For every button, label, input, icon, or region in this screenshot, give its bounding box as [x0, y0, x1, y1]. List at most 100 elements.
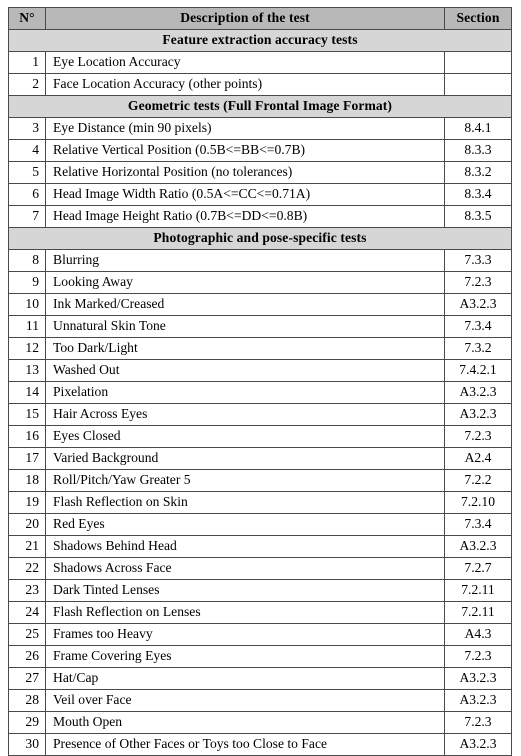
- table-row: 8 Blurring 7.3.3: [8, 249, 512, 272]
- cell-section: A3.2.3: [444, 403, 512, 426]
- table-group-row: Feature extraction accuracy tests: [8, 29, 512, 52]
- cell-number: 10: [8, 293, 46, 316]
- cell-number: 1: [8, 51, 46, 74]
- cell-number: 21: [8, 535, 46, 558]
- cell-section: A3.2.3: [444, 689, 512, 712]
- cell-description: Eyes Closed: [45, 425, 445, 448]
- cell-description: Ink Marked/Creased: [45, 293, 445, 316]
- table-row: 17 Varied Background A2.4: [8, 447, 512, 470]
- cell-section: A2.4: [444, 447, 512, 470]
- cell-section: 7.2.3: [444, 645, 512, 668]
- cell-description: Face Location Accuracy (other points): [45, 73, 445, 96]
- cell-description: Shadows Across Face: [45, 557, 445, 580]
- table-row: 24 Flash Reflection on Lenses 7.2.11: [8, 601, 512, 624]
- table-row: 4 Relative Vertical Position (0.5B<=BB<=0…: [8, 139, 512, 162]
- column-header-section: Section: [444, 7, 512, 30]
- cell-section: 8.4.1: [444, 117, 512, 140]
- table-row: 15 Hair Across Eyes A3.2.3: [8, 403, 512, 426]
- table-row: 11 Unnatural Skin Tone 7.3.4: [8, 315, 512, 338]
- cell-description: Hair Across Eyes: [45, 403, 445, 426]
- column-header-number: N°: [8, 7, 46, 30]
- cell-number: 5: [8, 161, 46, 184]
- table-row: 7 Head Image Height Ratio (0.7B<=DD<=0.8B…: [8, 205, 512, 228]
- cell-description: Blurring: [45, 249, 445, 272]
- group-title: Photographic and pose-specific tests: [8, 227, 512, 250]
- table-row: 30 Presence of Other Faces or Toys too Cl…: [8, 733, 512, 756]
- cell-description: Eye Distance (min 90 pixels): [45, 117, 445, 140]
- cell-description: Head Image Height Ratio (0.7B<=DD<=0.8B): [45, 205, 445, 228]
- cell-section: [444, 51, 512, 74]
- cell-description: Head Image Width Ratio (0.5A<=CC<=0.71A): [45, 183, 445, 206]
- cell-description: Eye Location Accuracy: [45, 51, 445, 74]
- cell-number: 24: [8, 601, 46, 624]
- cell-description: Presence of Other Faces or Toys too Clos…: [45, 733, 445, 756]
- cell-description: Frames too Heavy: [45, 623, 445, 646]
- cell-section: 7.2.2: [444, 469, 512, 492]
- cell-number: 23: [8, 579, 46, 602]
- cell-description: Pixelation: [45, 381, 445, 404]
- table-row: 22 Shadows Across Face 7.2.7: [8, 557, 512, 580]
- table-row: 5 Relative Horizontal Position (no tolera…: [8, 161, 512, 184]
- cell-number: 13: [8, 359, 46, 382]
- cell-number: 9: [8, 271, 46, 294]
- cell-description: Unnatural Skin Tone: [45, 315, 445, 338]
- cell-number: 29: [8, 711, 46, 734]
- cell-number: 4: [8, 139, 46, 162]
- cell-number: 16: [8, 425, 46, 448]
- cell-section: A3.2.3: [444, 381, 512, 404]
- cell-description: Red Eyes: [45, 513, 445, 536]
- table-header: N° Description of the test Section: [8, 7, 512, 30]
- group-title: Feature extraction accuracy tests: [8, 29, 512, 52]
- cell-description: Looking Away: [45, 271, 445, 294]
- cell-number: 30: [8, 733, 46, 756]
- cell-section: 7.3.2: [444, 337, 512, 360]
- cell-number: 18: [8, 469, 46, 492]
- cell-section: 7.2.3: [444, 711, 512, 734]
- cell-number: 19: [8, 491, 46, 514]
- cell-description: Washed Out: [45, 359, 445, 382]
- cell-number: 20: [8, 513, 46, 536]
- cell-number: 22: [8, 557, 46, 580]
- cell-section: 7.3.3: [444, 249, 512, 272]
- cell-description: Frame Covering Eyes: [45, 645, 445, 668]
- table-row: 6 Head Image Width Ratio (0.5A<=CC<=0.71A…: [8, 183, 512, 206]
- table-row: 12 Too Dark/Light 7.3.2: [8, 337, 512, 360]
- cell-number: 25: [8, 623, 46, 646]
- cell-number: 2: [8, 73, 46, 96]
- table-row: 21 Shadows Behind Head A3.2.3: [8, 535, 512, 558]
- table-row: 1 Eye Location Accuracy: [8, 51, 512, 74]
- cell-section: 8.3.2: [444, 161, 512, 184]
- cell-description: Mouth Open: [45, 711, 445, 734]
- cell-description: Flash Reflection on Skin: [45, 491, 445, 514]
- table-row: 27 Hat/Cap A3.2.3: [8, 667, 512, 690]
- cell-description: Varied Background: [45, 447, 445, 470]
- cell-description: Dark Tinted Lenses: [45, 579, 445, 602]
- cell-number: 8: [8, 249, 46, 272]
- cell-number: 27: [8, 667, 46, 690]
- table-header-row: N° Description of the test Section: [8, 7, 512, 30]
- cell-section: A3.2.3: [444, 667, 512, 690]
- table-group-row: Geometric tests (Full Frontal Image Form…: [8, 95, 512, 118]
- cell-section: 7.2.11: [444, 579, 512, 602]
- cell-number: 3: [8, 117, 46, 140]
- cell-number: 6: [8, 183, 46, 206]
- cell-section: A3.2.3: [444, 535, 512, 558]
- table-row: 28 Veil over Face A3.2.3: [8, 689, 512, 712]
- cell-section: 7.2.3: [444, 271, 512, 294]
- cell-section: 7.2.11: [444, 601, 512, 624]
- cell-section: 7.2.10: [444, 491, 512, 514]
- cell-number: 11: [8, 315, 46, 338]
- cell-number: 26: [8, 645, 46, 668]
- cell-number: 15: [8, 403, 46, 426]
- table-row: 16 Eyes Closed 7.2.3: [8, 425, 512, 448]
- cell-section: A4.3: [444, 623, 512, 646]
- cell-section: 7.2.3: [444, 425, 512, 448]
- cell-number: 14: [8, 381, 46, 404]
- table-row: 29 Mouth Open 7.2.3: [8, 711, 512, 734]
- table-row: 2 Face Location Accuracy (other points): [8, 73, 512, 96]
- test-list-table: N° Description of the test Section Featu…: [8, 7, 512, 756]
- cell-description: Too Dark/Light: [45, 337, 445, 360]
- table-row: 14 Pixelation A3.2.3: [8, 381, 512, 404]
- cell-description: Relative Vertical Position (0.5B<=BB<=0.…: [45, 139, 445, 162]
- table-row: 25 Frames too Heavy A4.3: [8, 623, 512, 646]
